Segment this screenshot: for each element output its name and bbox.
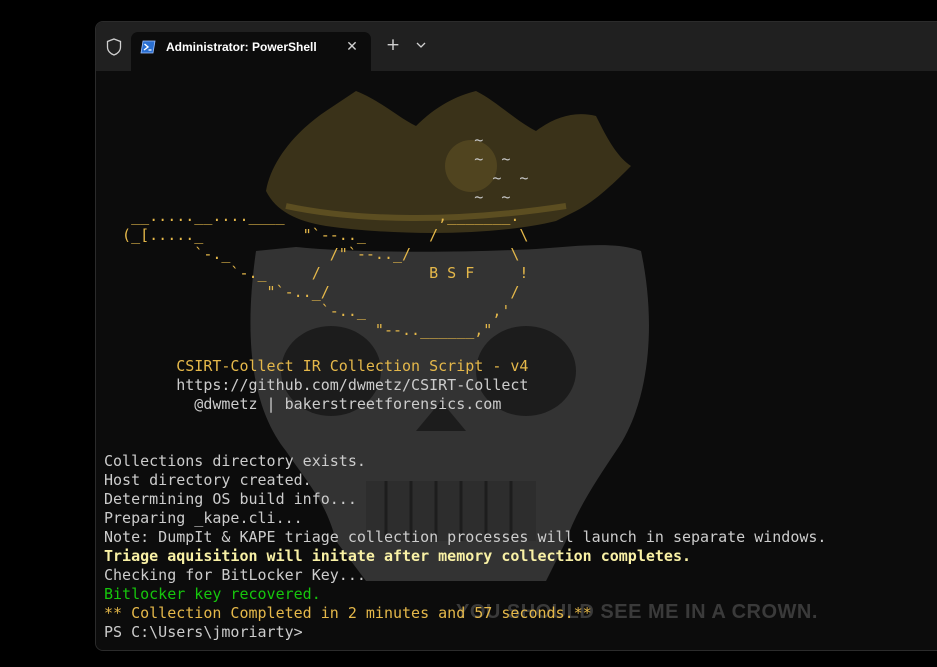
banner-url: https://github.com/dwmetz/CSIRT-Collect <box>104 376 529 394</box>
console-line: Preparing _kape.cli... <box>104 509 303 527</box>
console-line-summary: ** Collection Completed in 2 minutes and… <box>104 604 592 622</box>
ascii-line: `-._ / B S F ! <box>104 264 529 282</box>
terminal-pane[interactable]: YOU SHOULD SEE ME IN A CROWN. ~ ~ ~ ~ ~ <box>96 71 937 650</box>
ascii-line: "--..______," <box>104 321 493 339</box>
console-line-success: Bitlocker key recovered. <box>104 585 321 603</box>
command-prompt[interactable]: PS C:\Users\jmoriarty> <box>104 623 826 642</box>
console-line: Host directory created. <box>104 471 312 489</box>
ascii-art-logo: ~ ~ ~ ~ ~ ~ ~ __.....__....____ ,_______… <box>104 131 528 340</box>
shield-icon <box>106 38 122 56</box>
ascii-line: __.....__....____ ,_______. <box>104 207 520 225</box>
banner-title: CSIRT-Collect IR Collection Script - v4 <box>104 357 529 375</box>
ascii-line: "`-.._/ / <box>104 283 520 301</box>
ascii-line: `-.._ ,' <box>104 302 511 320</box>
console-output: Collections directory exists. Host direc… <box>104 452 826 642</box>
console-line: Checking for BitLocker Key... <box>104 566 366 584</box>
console-line: Note: DumpIt & KAPE triage collection pr… <box>104 528 827 546</box>
ascii-line: (_[....._ "`--.._ / \ <box>104 226 529 244</box>
tab-title: Administrator: PowerShell <box>166 40 317 54</box>
ascii-line: ~ ~ <box>104 150 511 168</box>
ascii-line: `-._ /"`--.._/ \ <box>104 245 520 263</box>
powershell-icon <box>140 40 156 54</box>
script-banner: CSIRT-Collect IR Collection Script - v4 … <box>104 357 528 414</box>
ascii-line: ~ <box>104 131 484 149</box>
chevron-down-icon[interactable] <box>413 36 429 54</box>
console-line-highlight: Triage aquisition will initate after mem… <box>104 547 691 565</box>
banner-credits: @dwmetz | bakerstreetforensics.com <box>104 395 502 413</box>
plus-icon[interactable]: + <box>384 36 402 54</box>
console-line: Determining OS build info... <box>104 490 357 508</box>
ascii-line: ~ ~ <box>104 188 511 206</box>
tab-powershell[interactable]: Administrator: PowerShell ✕ <box>131 32 371 71</box>
console-line: Collections directory exists. <box>104 452 366 470</box>
title-bar[interactable]: Administrator: PowerShell ✕ + <box>96 22 937 71</box>
close-icon[interactable]: ✕ <box>343 38 361 56</box>
terminal-window: Administrator: PowerShell ✕ + YOU SHOULD… <box>95 21 937 651</box>
ascii-line: ~ ~ <box>104 169 529 187</box>
